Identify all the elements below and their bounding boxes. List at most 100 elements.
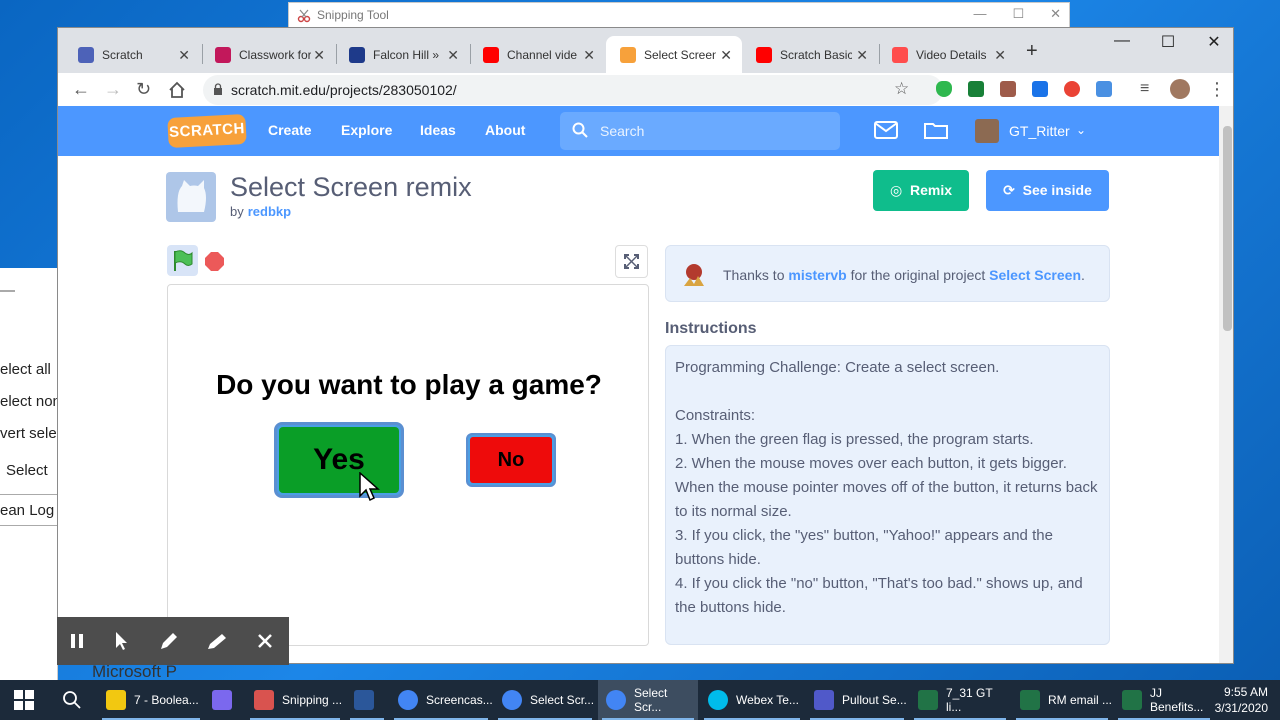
close-icon[interactable] bbox=[253, 629, 277, 653]
mouse-pointer-icon bbox=[359, 472, 380, 502]
close-tab-icon[interactable]: ✕ bbox=[313, 47, 325, 64]
close-tab-icon[interactable]: ✕ bbox=[994, 47, 1006, 64]
tab-scratch[interactable]: Scratch ✕ bbox=[64, 36, 200, 73]
original-author-link[interactable]: mistervb bbox=[788, 267, 846, 283]
close-tab-icon[interactable]: ✕ bbox=[178, 47, 190, 64]
chrome-icon bbox=[502, 690, 522, 710]
nav-explore[interactable]: Explore bbox=[341, 122, 392, 138]
scratch-logo[interactable]: SCRATCH bbox=[167, 113, 247, 149]
youtube-favicon-icon bbox=[483, 46, 499, 63]
user-avatar[interactable] bbox=[975, 119, 999, 143]
pdf-extension-icon[interactable] bbox=[1000, 81, 1016, 97]
zoom-extension-icon[interactable] bbox=[1096, 81, 1112, 97]
chevron-down-icon[interactable]: ⌄ bbox=[1076, 123, 1086, 137]
close-tab-icon[interactable]: ✕ bbox=[856, 47, 868, 64]
taskbar-item-screencast[interactable]: Screencas... bbox=[390, 680, 493, 720]
taskbar-item-excel-1[interactable]: 7_31 GT li... bbox=[910, 680, 1010, 720]
remix-credit-box: Thanks to mistervb for the original proj… bbox=[665, 245, 1110, 302]
windows-start-icon[interactable] bbox=[14, 690, 34, 710]
menu-dots-icon[interactable]: ⋮ bbox=[1208, 79, 1226, 100]
taskbar-item-snipping-tool[interactable]: Snipping ... bbox=[246, 680, 344, 720]
pause-icon[interactable] bbox=[65, 629, 89, 653]
clock-time: 9:55 AM bbox=[1223, 685, 1268, 699]
page-scrollbar[interactable] bbox=[1219, 106, 1233, 663]
taskbar-item-word[interactable] bbox=[346, 680, 388, 720]
search-input[interactable]: Search bbox=[560, 112, 840, 150]
menu-item-select-all[interactable]: elect all bbox=[0, 361, 51, 378]
fullscreen-button[interactable] bbox=[615, 245, 648, 278]
pointer-tool-icon[interactable] bbox=[109, 629, 133, 653]
username[interactable]: GT_Ritter bbox=[1009, 123, 1070, 139]
highlighter-tool-icon[interactable] bbox=[205, 629, 229, 653]
yes-sprite-button[interactable]: Yes bbox=[274, 422, 404, 498]
minimize-icon[interactable]: — bbox=[1113, 32, 1131, 52]
reading-list-icon[interactable]: ≡ bbox=[1140, 80, 1149, 98]
close-tab-icon[interactable]: ✕ bbox=[583, 47, 595, 64]
nav-create[interactable]: Create bbox=[268, 122, 312, 138]
shield-extension-icon[interactable] bbox=[936, 81, 952, 97]
home-icon[interactable] bbox=[168, 81, 186, 99]
back-arrow-icon[interactable]: ← bbox=[72, 79, 90, 100]
minimize-icon[interactable]: — bbox=[973, 6, 986, 22]
browser-toolbar: ← → ↻ scratch.mit.edu/projects/283050102… bbox=[58, 73, 1233, 106]
close-icon[interactable]: ✕ bbox=[1205, 32, 1223, 52]
menu-item-select[interactable]: Select bbox=[6, 462, 48, 479]
maximize-icon[interactable]: ☐ bbox=[1159, 32, 1177, 52]
nav-about[interactable]: About bbox=[485, 122, 525, 138]
remix-button[interactable]: ◎ Remix bbox=[873, 170, 969, 211]
taskbar-item-file-explorer[interactable]: 7 - Boolea... bbox=[98, 680, 204, 720]
taskbar-item-onenote[interactable] bbox=[204, 680, 244, 720]
project-byline: by redbkp bbox=[230, 204, 292, 219]
author-link[interactable]: redbkp bbox=[248, 204, 291, 219]
record-extension-icon[interactable] bbox=[1064, 81, 1080, 97]
folder-icon bbox=[106, 690, 126, 710]
original-project-link[interactable]: Select Screen bbox=[989, 267, 1081, 283]
studio-favicon-icon bbox=[892, 46, 908, 63]
tab-select-screen[interactable]: Select Screen ✕ bbox=[606, 36, 742, 73]
close-tab-icon[interactable]: ✕ bbox=[447, 47, 459, 64]
new-tab-plus-icon[interactable]: + bbox=[1026, 40, 1038, 63]
close-icon[interactable]: ✕ bbox=[1050, 6, 1061, 22]
taskbar-item-select-screen-2[interactable]: Select Scr... bbox=[598, 680, 698, 720]
bookmark-star-icon[interactable]: ☆ bbox=[894, 79, 909, 99]
search-icon[interactable] bbox=[62, 690, 82, 710]
reload-icon[interactable]: ↻ bbox=[136, 79, 151, 100]
project-stage[interactable]: Do you want to play a game? Yes No bbox=[167, 284, 649, 646]
tab-video-details[interactable]: Video Details ✕ bbox=[878, 36, 1016, 73]
forward-arrow-icon[interactable]: → bbox=[104, 79, 122, 100]
maximize-icon[interactable]: ☐ bbox=[1012, 6, 1024, 22]
no-sprite-button[interactable]: No bbox=[466, 433, 556, 487]
close-tab-icon[interactable]: ✕ bbox=[720, 47, 732, 64]
tab-channel-videos[interactable]: Channel vide ✕ bbox=[469, 36, 605, 73]
stop-sign-icon[interactable] bbox=[205, 252, 224, 271]
pen-tool-icon[interactable] bbox=[157, 629, 181, 653]
tab-scratch-basics[interactable]: Scratch Basic ✕ bbox=[742, 36, 878, 73]
sheets-extension-icon[interactable] bbox=[968, 81, 984, 97]
project-title: Select Screen remix bbox=[230, 172, 472, 202]
address-bar[interactable]: scratch.mit.edu/projects/283050102/ bbox=[203, 75, 943, 105]
taskbar-item-select-screen-1[interactable]: Select Scr... bbox=[494, 680, 596, 720]
green-flag-button[interactable] bbox=[167, 245, 198, 276]
my-stuff-folder-icon[interactable] bbox=[924, 120, 948, 140]
minimize-icon[interactable]: — bbox=[0, 282, 15, 299]
browser-window: Scratch ✕ Classwork for ✕ Falcon Hill » … bbox=[57, 27, 1234, 664]
tab-classwork[interactable]: Classwork for ✕ bbox=[201, 36, 335, 73]
profile-avatar-icon[interactable] bbox=[1170, 79, 1190, 99]
tab-falcon-hill[interactable]: Falcon Hill » ✕ bbox=[335, 36, 469, 73]
scrollbar-thumb[interactable] bbox=[1223, 126, 1232, 331]
menu-item-select-none[interactable]: elect non bbox=[0, 393, 57, 410]
taskbar-item-excel-3[interactable]: JJ Benefits... bbox=[1114, 680, 1214, 720]
menu-item-invert-selection[interactable]: vert sele bbox=[0, 425, 57, 442]
system-clock[interactable]: 9:55 AM 3/31/2020 bbox=[1215, 684, 1268, 716]
nav-ideas[interactable]: Ideas bbox=[420, 122, 456, 138]
scratch-favicon-icon bbox=[78, 46, 94, 63]
url-text: scratch.mit.edu/projects/283050102/ bbox=[231, 82, 457, 98]
calendar-extension-icon[interactable] bbox=[1032, 81, 1048, 97]
see-inside-button[interactable]: ⟳ See inside bbox=[986, 170, 1109, 211]
snipping-tool-window[interactable]: Snipping Tool — ☐ ✕ bbox=[288, 2, 1070, 28]
taskbar-item-webex[interactable]: Webex Te... bbox=[700, 680, 804, 720]
messages-envelope-icon[interactable] bbox=[874, 120, 898, 140]
falcon-hill-favicon-icon bbox=[349, 46, 365, 63]
taskbar-item-excel-2[interactable]: RM email ... bbox=[1012, 680, 1112, 720]
taskbar-item-teams[interactable]: Pullout Se... bbox=[806, 680, 908, 720]
